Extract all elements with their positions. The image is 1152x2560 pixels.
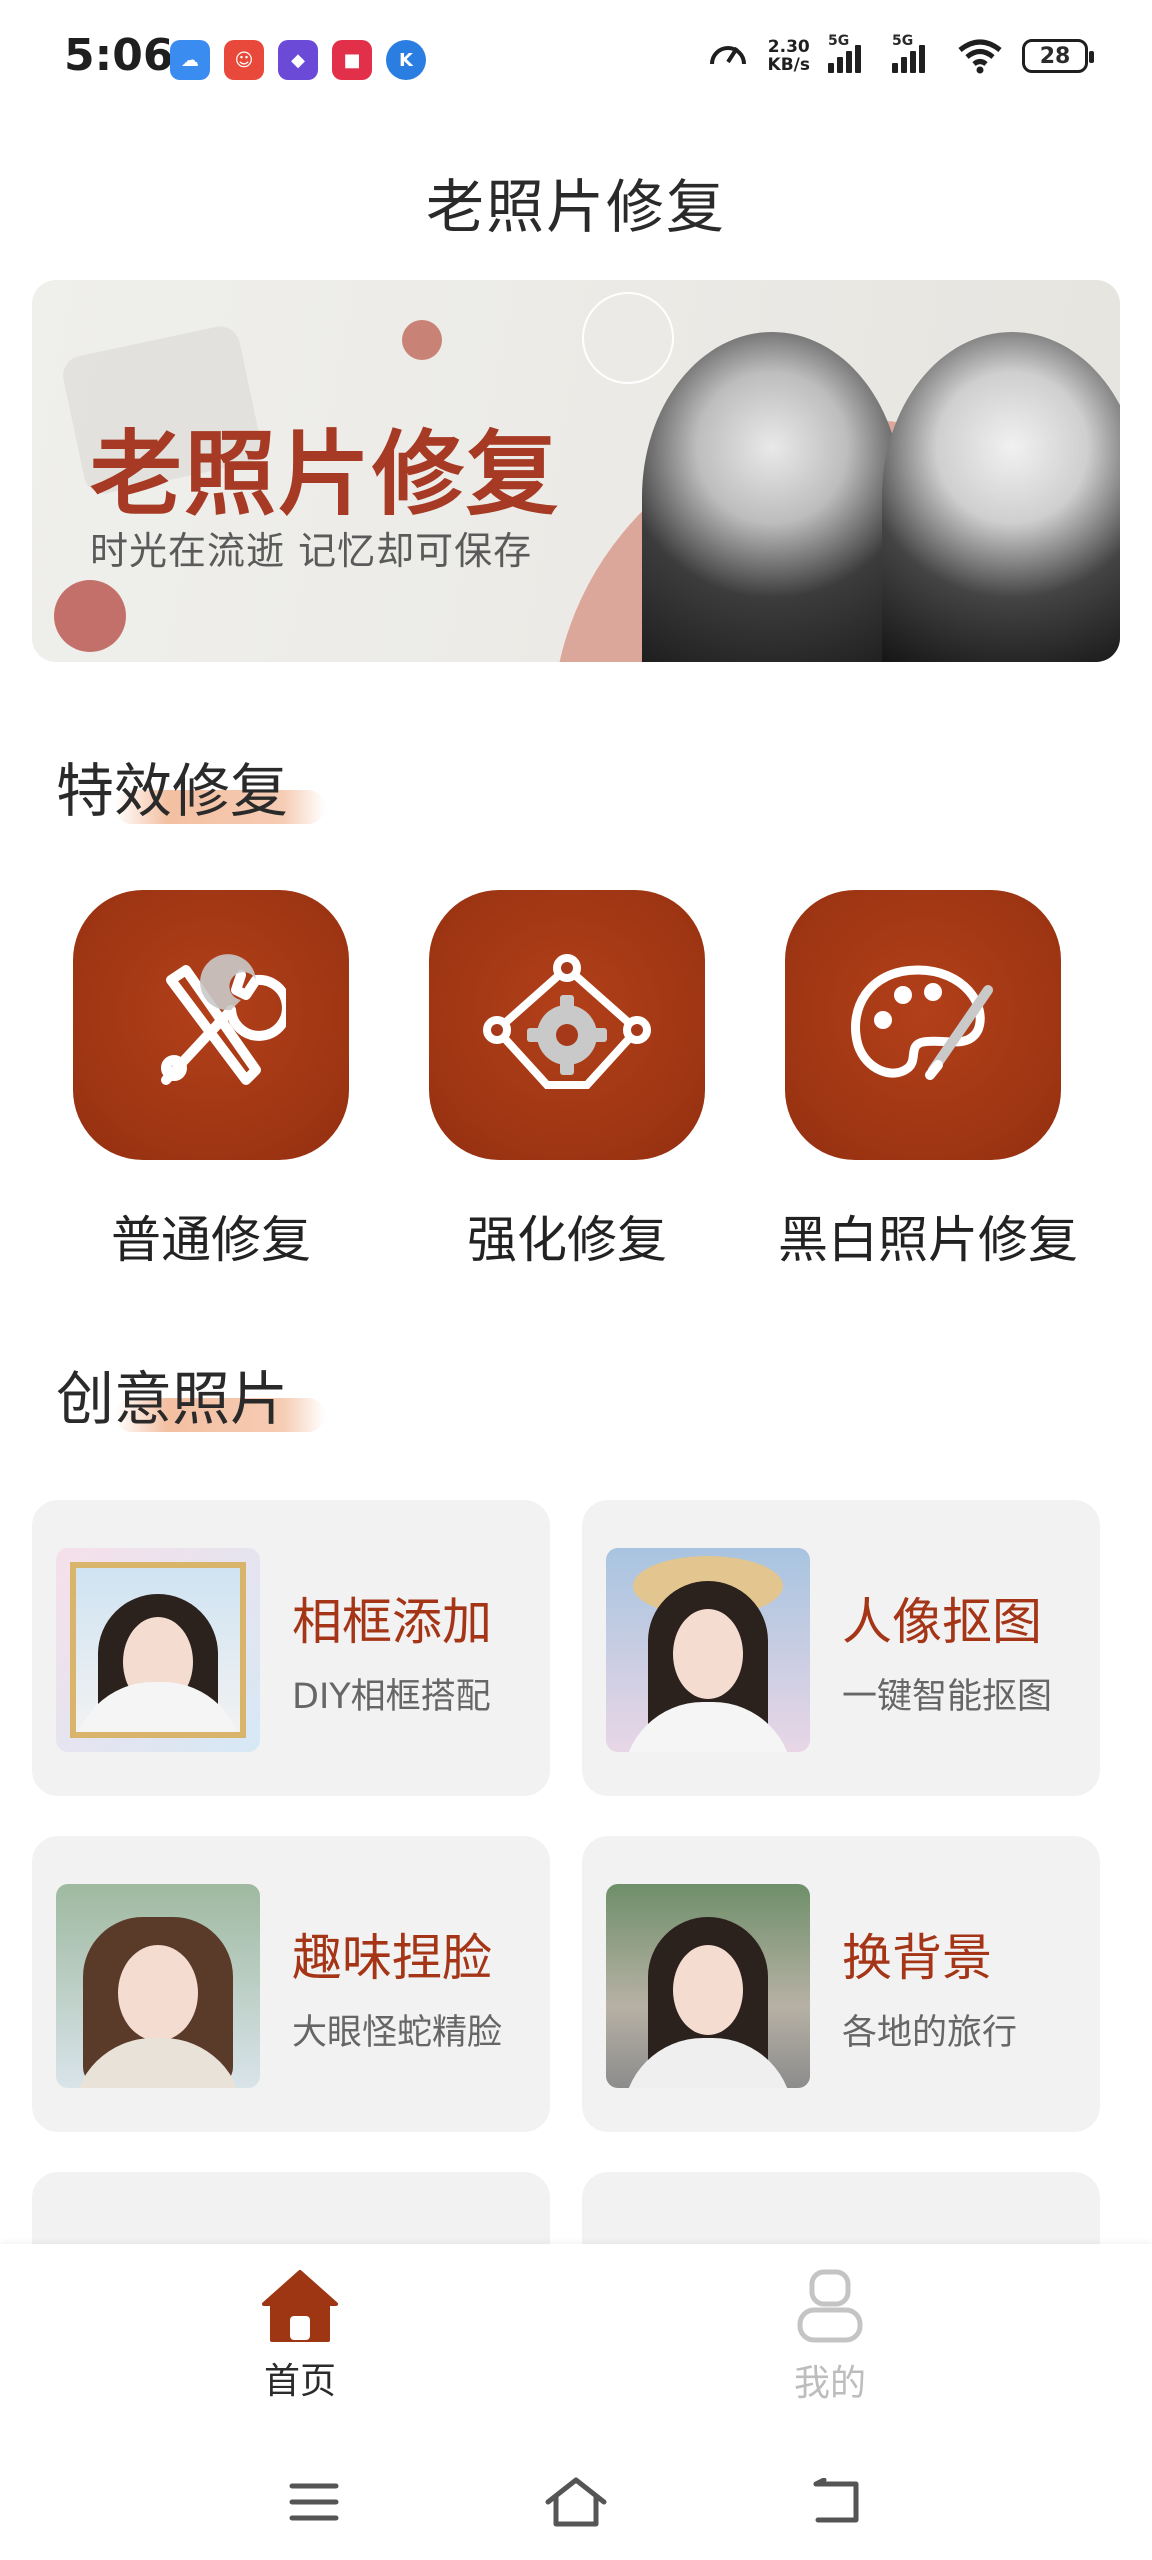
home-button[interactable]: [536, 2462, 616, 2542]
network-speed: 2.30 KB/s: [767, 37, 810, 75]
status-time: 5:06: [64, 30, 174, 81]
back-button[interactable]: [798, 2462, 878, 2542]
vintage-portrait-image: [642, 332, 902, 662]
card-title: 人像抠图: [842, 1593, 1042, 1651]
xiaohongshu-app-icon: ■: [332, 40, 372, 80]
signal-strength-1: 5G: [828, 33, 874, 73]
status-bar: 5:06 ☁ ☺ ◆ ■ K 2.30 KB/s 5G 5G 28: [0, 0, 1152, 120]
wifi-icon: [958, 39, 1002, 74]
signal-strength-2: 5G: [892, 33, 938, 73]
system-navigation-bar: [0, 2448, 1152, 2560]
nav-home-label: 首页: [263, 2361, 336, 2402]
vintage-portrait-image: [882, 332, 1120, 662]
banner-subtitle: 时光在流逝 记忆却可保存: [90, 529, 533, 573]
card-portrait-cutout[interactable]: 人像抠图 一键智能抠图: [582, 1500, 1100, 1796]
card-fun-face[interactable]: 趣味捏脸 大眼怪蛇精脸: [32, 1836, 550, 2132]
nav-home[interactable]: 首页: [200, 2268, 400, 2404]
gear-nodes-icon: [483, 954, 651, 1089]
feature-enhanced-repair[interactable]: 强化修复: [422, 890, 712, 1272]
feature-tile[interactable]: [73, 890, 349, 1160]
home-outline-icon: [545, 2477, 607, 2527]
palette-icon: [851, 965, 993, 1080]
card-subtitle: 一键智能抠图: [842, 1677, 1053, 1717]
back-icon: [813, 2478, 859, 2523]
banner-title: 老照片修复: [90, 421, 561, 528]
banner-dot-decoration: [54, 580, 126, 652]
wrench-screwdriver-icon: [161, 954, 286, 1085]
notification-icons: ☁ ☺ ◆ ■ K: [170, 40, 426, 80]
feature-label: 黑白照片修复: [778, 1211, 1078, 1269]
photo-frame: [70, 1562, 246, 1738]
bottom-navigation: 首页 我的: [0, 2244, 1152, 2448]
home-icon: [262, 2270, 338, 2342]
card-thumbnail: [56, 1548, 260, 1752]
card-change-background[interactable]: 换背景 各地的旅行: [582, 1836, 1100, 2132]
card-title: 相框添加: [292, 1593, 492, 1651]
menu-button[interactable]: [274, 2462, 354, 2542]
card-subtitle: 各地的旅行: [842, 2013, 1018, 2053]
banner-ring-decoration: [582, 292, 674, 384]
feature-bw-photo-repair[interactable]: 黑白照片修复: [778, 890, 1078, 1272]
feature-tile[interactable]: [429, 890, 705, 1160]
feature-normal-repair[interactable]: 普通修复: [66, 890, 356, 1272]
sticker-app-icon: ◆: [278, 40, 318, 80]
feature-label: 强化修复: [467, 1211, 667, 1269]
feature-label: 普通修复: [111, 1211, 311, 1269]
status-indicators: 2.30 KB/s 5G 5G 28: [706, 33, 1094, 78]
feature-tile[interactable]: [785, 890, 1061, 1160]
hero-banner[interactable]: 老照片修复 时光在流逝 记忆却可保存: [32, 280, 1120, 662]
nav-mine[interactable]: 我的: [730, 2268, 930, 2406]
nav-mine-label: 我的: [793, 2363, 866, 2404]
page-title: 老照片修复: [425, 173, 726, 241]
card-title: 换背景: [842, 1929, 992, 1987]
section-title-creative: 创意照片: [56, 1365, 289, 1433]
section-title-effects: 特效修复: [56, 757, 289, 825]
speedometer-icon: [709, 46, 746, 65]
card-title: 趣味捏脸: [292, 1929, 492, 1987]
weather-app-icon: ☁: [170, 40, 210, 80]
menu-icon: [289, 2483, 339, 2521]
card-thumbnail: [56, 1884, 260, 2088]
clown-app-icon: ☺: [224, 40, 264, 80]
card-thumbnail: [606, 1884, 810, 2088]
battery-indicator: 28: [1022, 39, 1094, 73]
card-thumbnail: [606, 1548, 810, 1752]
banner-dot-decoration: [402, 320, 442, 360]
card-subtitle: DIY相框搭配: [292, 1677, 491, 1717]
card-subtitle: 大眼怪蛇精脸: [292, 2013, 503, 2053]
card-frame-add[interactable]: 相框添加 DIY相框搭配: [32, 1500, 550, 1796]
user-icon: [797, 2269, 863, 2343]
k-app-icon: K: [386, 40, 426, 80]
